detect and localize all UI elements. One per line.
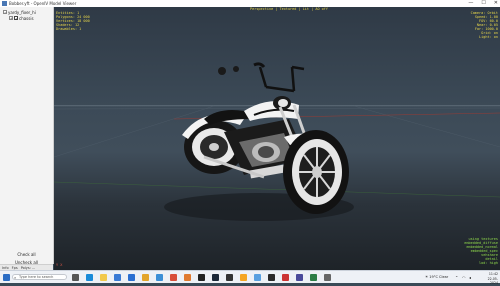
handlebars (218, 62, 305, 93)
window-controls: — ☐ ✕ (468, 0, 498, 7)
clock-date: 22-05-2024 (487, 276, 498, 286)
task-view-icon[interactable] (72, 274, 79, 281)
check-all-button[interactable]: Check all (1, 251, 52, 258)
openiv-app-icon (2, 1, 7, 6)
collapse-icon[interactable]: − (3, 10, 7, 14)
openiv-icon[interactable] (170, 274, 177, 281)
tree-item-label: chassis (19, 15, 34, 21)
search-placeholder: Type here to search (19, 275, 54, 279)
minimize-button[interactable]: — (468, 0, 473, 7)
settings-icon[interactable] (184, 274, 191, 281)
visibility-checkbox[interactable]: ✓ (14, 16, 18, 21)
weather-text: 19°C Clear (429, 275, 449, 279)
app-icon[interactable] (282, 274, 289, 281)
epic-icon[interactable] (226, 274, 233, 281)
maximize-button[interactable]: ☐ (481, 0, 485, 7)
network-icon[interactable]: ◠ (462, 275, 466, 280)
bobber-motorcycle-model (164, 62, 354, 221)
model-tree-panel: − yardy_fixer_hi + ✓ chassis Check all U… (0, 7, 54, 266)
app-icon[interactable] (324, 274, 331, 281)
photos-icon[interactable] (156, 274, 163, 281)
weather-widget[interactable]: ☀ 19°C Clear (425, 273, 448, 281)
mail-icon[interactable] (128, 274, 135, 281)
front-wheel (283, 130, 349, 214)
stats-overlay: Entities: 1 Polygons: 24 000 Vertices: 1… (56, 11, 90, 31)
texture-overlay: using textures embedded_diffuse embedded… (464, 237, 498, 265)
system-clock[interactable]: 11:42 22-05-2024 (481, 272, 498, 286)
store-icon[interactable] (114, 274, 121, 281)
app-icon[interactable] (310, 274, 317, 281)
volume-icon[interactable]: ◂ (469, 275, 471, 280)
search-icon: ⌕ (14, 275, 17, 280)
explorer-icon[interactable] (100, 274, 107, 281)
chrome-icon[interactable] (142, 274, 149, 281)
notepad-icon[interactable] (254, 274, 261, 281)
start-icon[interactable] (3, 274, 10, 281)
windows-taskbar: ⌕ Type here to search ☀ 19°C Clear ⌃ ◠ ◂… (0, 270, 500, 286)
expand-icon[interactable]: + (9, 16, 13, 20)
tree-item-chassis[interactable]: + ✓ chassis (9, 15, 34, 21)
media-icon[interactable] (268, 274, 275, 281)
window-title: Bobber.yft - OpenIV Model Viewer (9, 1, 77, 6)
search-input[interactable]: ⌕ Type here to search (12, 274, 67, 280)
steam-icon[interactable] (212, 274, 219, 281)
close-button[interactable]: ✕ (494, 0, 498, 7)
axis-gizmo: Y X (56, 263, 63, 267)
camera-overlay: Camera: Orbit Speed: 1.00 FOV: 60.0 Near… (470, 11, 498, 39)
app-icon[interactable] (296, 274, 303, 281)
terminal-icon[interactable] (198, 274, 205, 281)
model-viewport[interactable]: Perspective | Textured | Lit | AO off En… (54, 7, 500, 270)
chevron-up-icon[interactable]: ⌃ (455, 275, 458, 280)
view-mode-overlay: Perspective | Textured | Lit | AO off (250, 7, 329, 11)
rockstar-icon[interactable] (240, 274, 247, 281)
edge-icon[interactable] (86, 274, 93, 281)
weather-icon: ☀ (425, 275, 429, 279)
tree-item-label: yardy_fixer_hi (8, 9, 36, 15)
